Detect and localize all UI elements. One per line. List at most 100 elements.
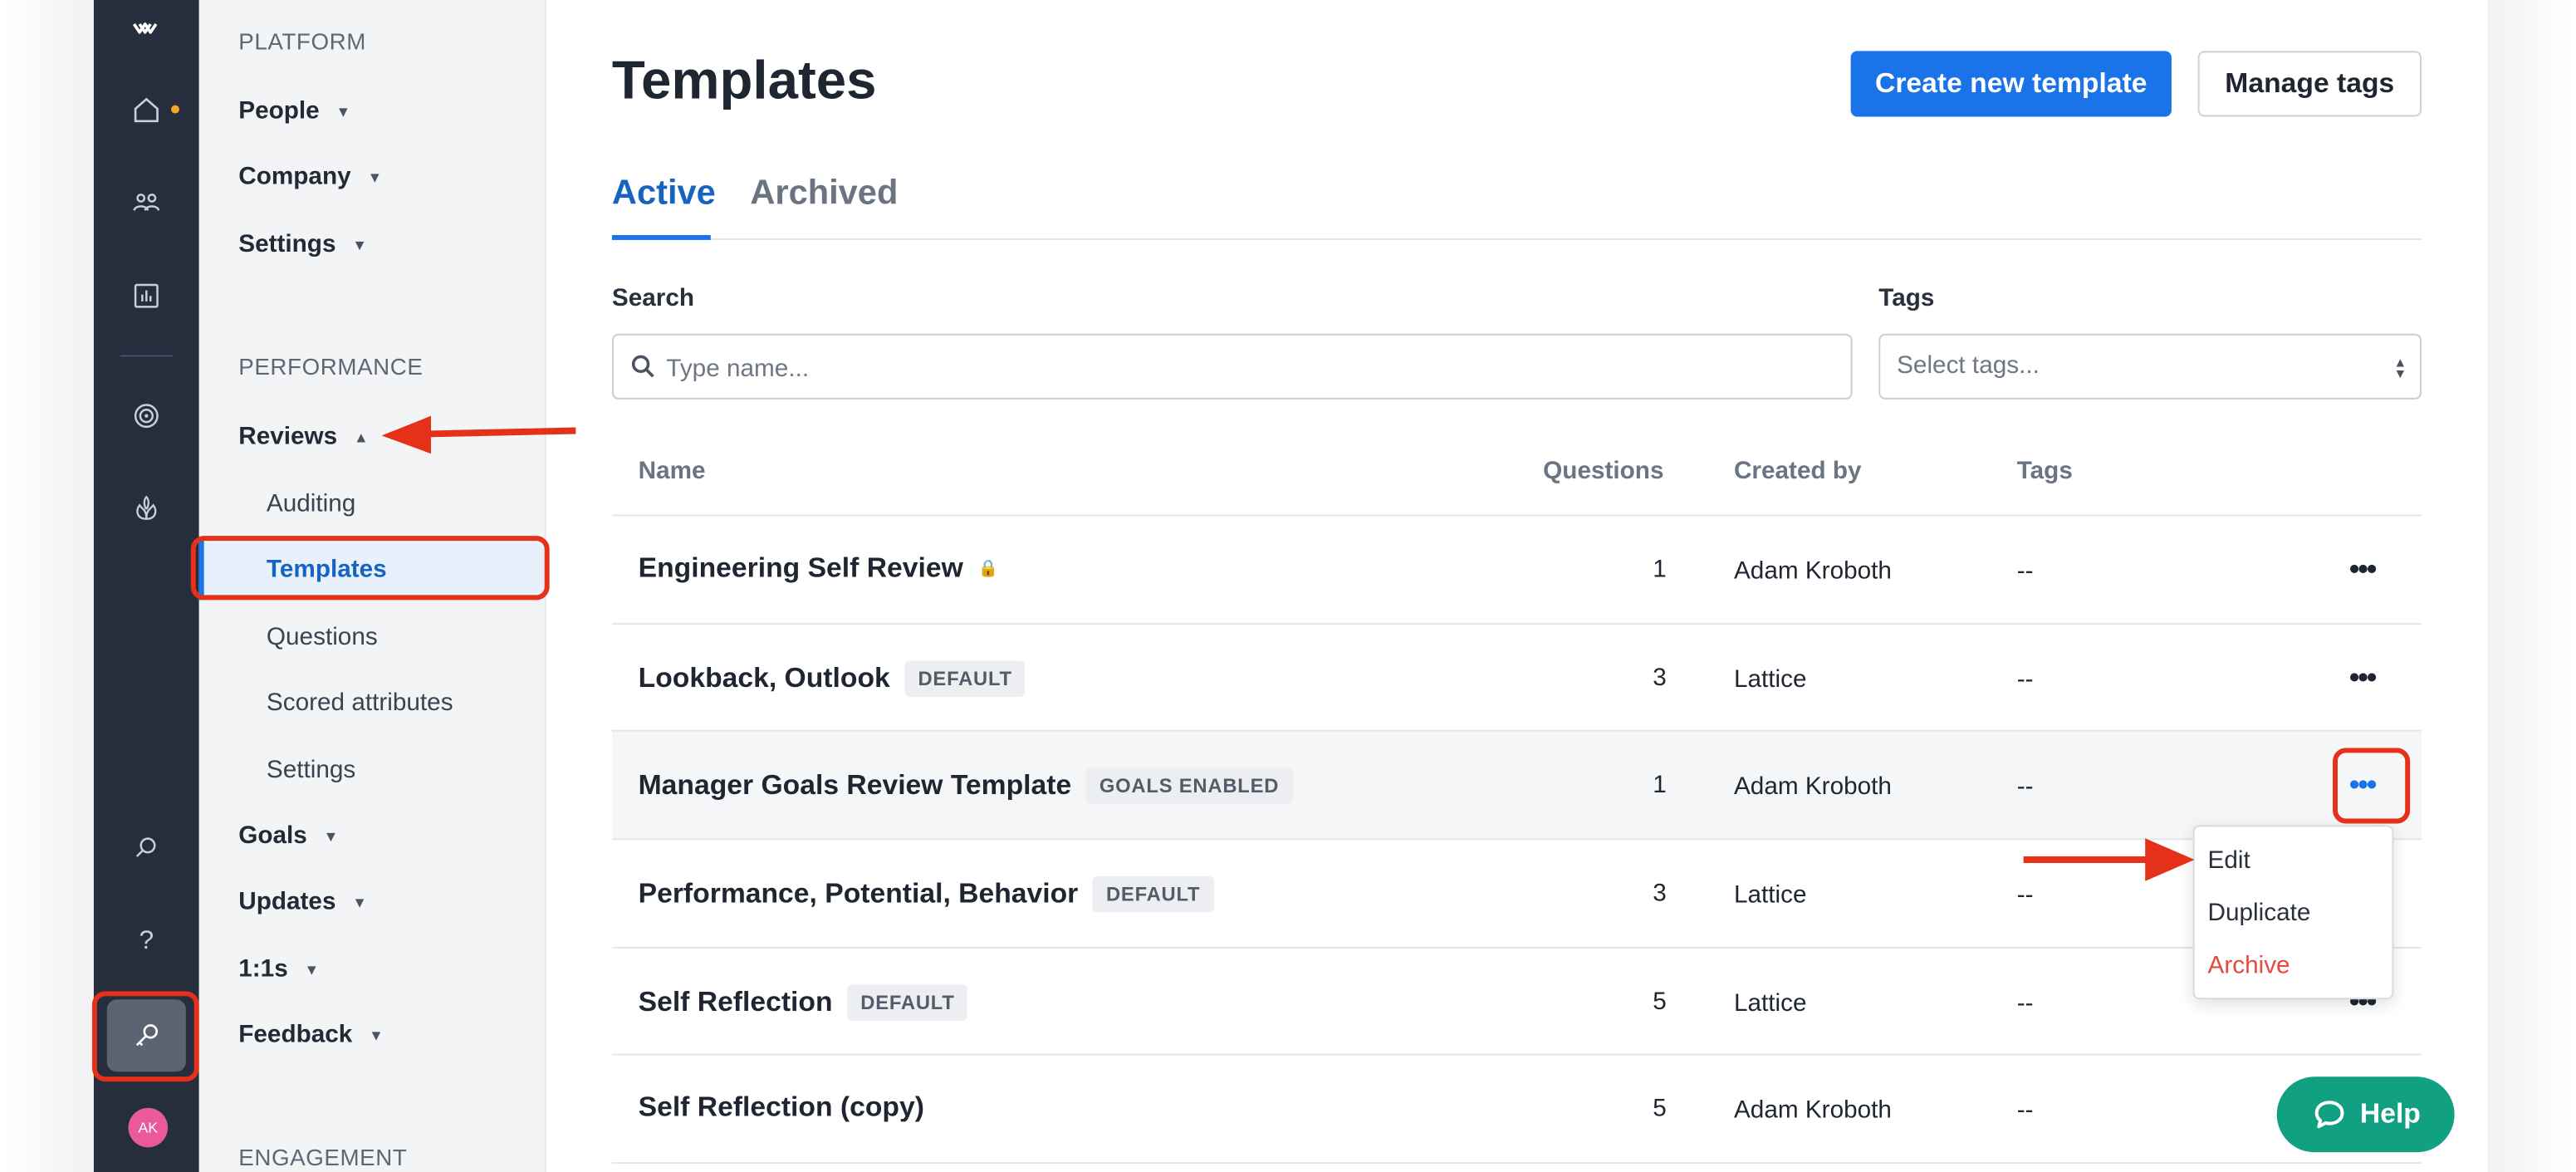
search-box xyxy=(611,333,1853,400)
sidebar-subitem-auditing[interactable]: Auditing xyxy=(267,490,355,518)
active-tab-indicator xyxy=(611,234,711,240)
section-header-performance: PERFORMANCE xyxy=(238,353,424,380)
row-tags: -- xyxy=(2016,665,2034,694)
created-by: Adam Kroboth xyxy=(1733,1096,1892,1125)
table-row[interactable]: Manager Goals Review Template GOALS ENABL… xyxy=(611,729,2422,839)
chevron-down-icon: ▼ xyxy=(367,168,383,185)
notification-dot xyxy=(171,105,179,114)
people-icon[interactable] xyxy=(120,176,173,228)
question-count: 5 xyxy=(1653,1095,1667,1123)
sidebar-item-company[interactable]: Company ▼ xyxy=(238,163,382,191)
chevron-down-icon: ▼ xyxy=(304,960,320,978)
status-badge: GOALS ENABLED xyxy=(1086,767,1293,804)
row-tags: -- xyxy=(2016,1096,2034,1125)
help-label: Help xyxy=(2359,1097,2421,1130)
page-margin-left xyxy=(0,0,94,1172)
table-row[interactable]: Engineering Self Review 🔒 1 Adam Kroboth … xyxy=(611,514,2422,623)
table-row[interactable]: Self Reflection DEFAULT 5 Lattice -- ••• xyxy=(611,946,2422,1056)
sidebar-item-goals[interactable]: Goals ▼ xyxy=(238,822,338,851)
created-by: Lattice xyxy=(1733,665,1807,694)
sidebar-item-updates[interactable]: Updates ▼ xyxy=(238,888,367,916)
admin-key-button[interactable] xyxy=(106,999,186,1072)
select-arrows-icon: ▲ ▼ xyxy=(2393,355,2407,382)
user-avatar[interactable]: AK xyxy=(128,1107,169,1148)
home-icon[interactable] xyxy=(120,84,173,136)
search-icon xyxy=(631,355,654,378)
table-row[interactable]: Lookback, Outlook DEFAULT 3 Lattice -- ••… xyxy=(611,623,2422,732)
table-row-divider xyxy=(611,1162,2422,1172)
sidebar-item-people[interactable]: People ▼ xyxy=(238,97,350,125)
created-by: Adam Kroboth xyxy=(1733,772,1892,801)
table-row[interactable]: Performance, Potential, Behavior DEFAULT … xyxy=(611,838,2422,947)
template-name[interactable]: Self Reflection (copy) xyxy=(639,1091,924,1125)
row-tags: -- xyxy=(2016,989,2034,1018)
template-name[interactable]: Self Reflection xyxy=(639,986,833,1019)
row-actions-menu: Edit Duplicate Archive xyxy=(2192,825,2394,1000)
page-margin-right xyxy=(2487,0,2576,1172)
created-by: Lattice xyxy=(1733,989,1807,1018)
question-count: 1 xyxy=(1653,555,1667,584)
analytics-icon[interactable] xyxy=(120,270,173,322)
status-badge: DEFAULT xyxy=(904,660,1026,698)
manage-tags-button[interactable]: Manage tags xyxy=(2197,51,2422,117)
chevron-down-icon: ▼ xyxy=(335,102,351,120)
status-badge: DEFAULT xyxy=(1093,875,1214,913)
row-tags: -- xyxy=(2016,772,2034,801)
column-header-questions: Questions xyxy=(1543,457,1664,485)
target-icon[interactable] xyxy=(120,390,173,442)
tab-archived[interactable]: Archived xyxy=(750,174,898,213)
section-header-platform: PLATFORM xyxy=(238,27,366,55)
sidebar-item-reviews[interactable]: Reviews ▲ xyxy=(238,423,368,451)
sidebar-item-feedback[interactable]: Feedback ▼ xyxy=(238,1021,384,1049)
sidebar-subitem-settings[interactable]: Settings xyxy=(267,756,355,784)
column-header-created-by: Created by xyxy=(1733,457,1862,485)
tags-select[interactable]: Select tags... ▲ ▼ xyxy=(1878,333,2422,400)
admin-key-icon xyxy=(135,1024,159,1047)
template-name[interactable]: Lookback, Outlook xyxy=(639,663,890,696)
lattice-logo-icon[interactable] xyxy=(120,3,173,56)
sidebar-item-one-on-ones[interactable]: 1:1s ▼ xyxy=(238,955,319,983)
sidebar-subitem-questions[interactable]: Questions xyxy=(267,623,378,651)
menu-item-edit[interactable]: Edit xyxy=(2208,846,2250,875)
more-actions-icon[interactable]: ••• xyxy=(2349,661,2377,696)
admin-sidebar: PLATFORM People ▼ Company ▼ Settings ▼ PERF… xyxy=(198,0,546,1172)
help-icon[interactable]: ? xyxy=(120,915,173,968)
chevron-down-icon: ▼ xyxy=(352,235,367,253)
chevron-down-icon: ▼ xyxy=(323,827,339,845)
search-icon[interactable] xyxy=(120,822,173,875)
table-row[interactable]: Self Reflection (copy) 5 Adam Kroboth -- xyxy=(611,1053,2422,1163)
row-tags: -- xyxy=(2016,880,2034,910)
tabs-divider xyxy=(611,238,2422,240)
more-actions-icon[interactable]: ••• xyxy=(2349,552,2377,587)
sidebar-subitem-scored-attributes[interactable]: Scored attributes xyxy=(267,689,453,717)
template-name[interactable]: Performance, Potential, Behavior xyxy=(639,878,1079,911)
template-name[interactable]: Manager Goals Review Template xyxy=(639,769,1072,802)
lock-icon: 🔒 xyxy=(977,559,999,578)
created-by: Adam Kroboth xyxy=(1733,557,1892,586)
question-count: 3 xyxy=(1653,879,1667,908)
page-title: Templates xyxy=(611,49,877,110)
question-count: 5 xyxy=(1653,988,1667,1017)
more-actions-icon[interactable]: ••• xyxy=(2349,767,2377,802)
help-button[interactable]: Help xyxy=(2276,1076,2455,1153)
section-header-engagement: ENGAGEMENT xyxy=(238,1144,408,1171)
chat-bubble-icon xyxy=(2314,1101,2343,1129)
search-label: Search xyxy=(611,284,695,313)
sidebar-subitem-templates[interactable]: Templates xyxy=(267,556,387,584)
menu-item-archive[interactable]: Archive xyxy=(2208,952,2290,980)
menu-item-duplicate[interactable]: Duplicate xyxy=(2208,900,2311,928)
question-count: 3 xyxy=(1653,664,1667,693)
chevron-down-icon: ▼ xyxy=(369,1026,384,1043)
tags-select-placeholder: Select tags... xyxy=(1897,351,2040,380)
growth-icon[interactable] xyxy=(120,482,173,534)
search-input[interactable] xyxy=(666,348,1819,389)
created-by: Lattice xyxy=(1733,880,1807,910)
tab-active[interactable]: Active xyxy=(612,174,716,213)
chevron-up-icon: ▲ xyxy=(354,428,369,445)
chevron-down-icon: ▼ xyxy=(352,893,367,910)
template-name[interactable]: Engineering Self Review xyxy=(639,552,963,586)
column-header-tags: Tags xyxy=(2016,457,2073,485)
sidebar-item-settings[interactable]: Settings ▼ xyxy=(238,230,367,258)
create-template-button[interactable]: Create new template xyxy=(1850,51,2172,117)
rail-divider xyxy=(120,355,174,357)
